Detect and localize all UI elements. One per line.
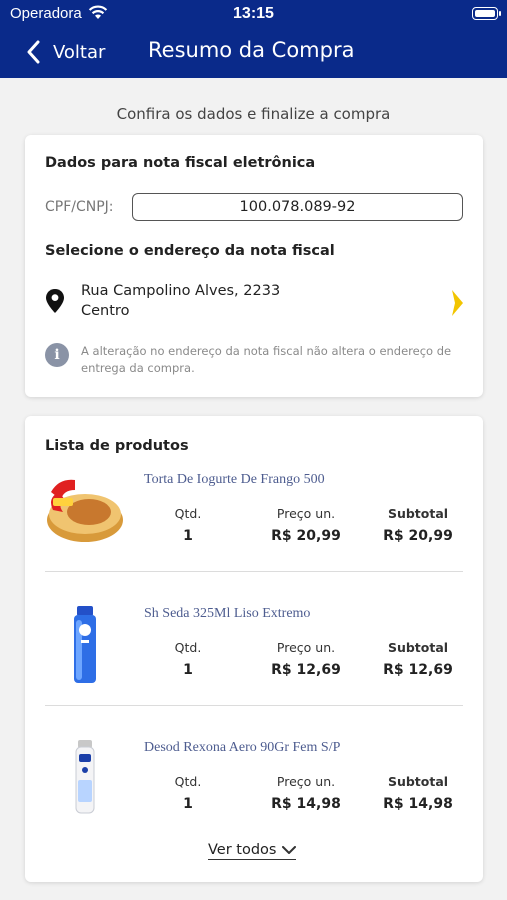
qty-column: Qtd. 1 <box>172 506 204 544</box>
product-name: Sh Seda 325Ml Liso Extremo <box>144 606 311 621</box>
deodorant-can-icon <box>75 740 95 814</box>
price-header: Preço un. <box>276 640 336 655</box>
status-time: 13:15 <box>233 5 274 22</box>
subtotal-column: Subtotal R$ 12,69 <box>382 640 454 678</box>
page-subtitle: Confira os dados e finalize a compra <box>116 105 391 123</box>
qty-column: Qtd. 1 <box>172 774 204 812</box>
product-item: Sh Seda 325Ml Liso Extremo Qtd. 1 Preço … <box>45 606 463 726</box>
qty-value: 1 <box>183 796 193 812</box>
page-title: Resumo da Compra <box>148 38 355 62</box>
product-name: Torta De Iogurte De Frango 500 <box>144 472 325 487</box>
invoice-card: Dados para nota fiscal eletrônica CPF/CN… <box>25 135 483 397</box>
price-value: R$ 20,99 <box>271 528 341 544</box>
qty-header: Qtd. <box>174 506 202 521</box>
product-name: Desod Rexona Aero 90Gr Fem S/P <box>144 740 341 755</box>
battery-icon <box>472 7 501 20</box>
shampoo-bottle-icon <box>74 606 96 683</box>
divider <box>45 571 463 572</box>
invoice-address-selector[interactable]: Rua Campolino Alves, 2233 Centro <box>45 280 463 324</box>
qty-header: Qtd. <box>174 774 202 789</box>
qty-value: 1 <box>183 662 193 678</box>
back-label: Voltar <box>53 41 106 63</box>
address-street: Rua Campolino Alves, 2233 <box>81 283 281 299</box>
price-header: Preço un. <box>276 506 336 521</box>
qty-value: 1 <box>183 528 193 544</box>
price-value: R$ 14,98 <box>271 796 341 812</box>
subtotal-column: Subtotal R$ 20,99 <box>382 506 454 544</box>
price-value: R$ 12,69 <box>271 662 341 678</box>
chevron-right-icon <box>452 290 463 316</box>
subtotal-value: R$ 14,98 <box>383 796 453 812</box>
cpf-input[interactable] <box>132 193 463 221</box>
qty-column: Qtd. 1 <box>172 640 204 678</box>
subtotal-value: R$ 20,99 <box>383 528 453 544</box>
see-all-label: Ver todos <box>208 842 277 858</box>
back-button[interactable]: Voltar <box>26 36 105 68</box>
product-list-title: Lista de produtos <box>45 438 189 454</box>
cpf-label: CPF/CNPJ: <box>45 199 114 215</box>
subtotal-column: Subtotal R$ 14,98 <box>382 774 454 812</box>
price-column: Preço un. R$ 20,99 <box>269 506 343 544</box>
price-header: Preço un. <box>276 774 336 789</box>
divider <box>45 705 463 706</box>
address-section-title: Selecione o endereço da nota fiscal <box>45 243 335 259</box>
product-list-card: Lista de produtos Torta De Iogurte De Fr… <box>25 416 483 882</box>
chevron-left-icon <box>27 40 40 64</box>
status-bar: Operadora 13:15 <box>0 0 507 28</box>
subtotal-header: Subtotal <box>387 774 449 789</box>
address-district: Centro <box>81 303 130 319</box>
invoice-title: Dados para nota fiscal eletrônica <box>45 155 316 171</box>
subtotal-header: Subtotal <box>387 506 449 521</box>
see-all-button[interactable]: Ver todos <box>208 842 297 860</box>
location-pin-icon <box>46 289 64 313</box>
subtotal-value: R$ 12,69 <box>383 662 453 678</box>
qty-header: Qtd. <box>174 640 202 655</box>
price-column: Preço un. R$ 12,69 <box>269 640 343 678</box>
product-item: Torta De Iogurte De Frango 500 Qtd. 1 Pr… <box>45 472 463 592</box>
app-header: Operadora 13:15 Voltar Resumo da Compra <box>0 0 507 78</box>
price-column: Preço un. R$ 14,98 <box>269 774 343 812</box>
info-text: A alteração no endereço da nota fiscal n… <box>81 344 452 375</box>
subtotal-header: Subtotal <box>387 640 449 655</box>
pie-package-icon <box>47 479 123 542</box>
info-icon: i <box>45 343 69 367</box>
chevron-down-icon <box>282 845 297 854</box>
